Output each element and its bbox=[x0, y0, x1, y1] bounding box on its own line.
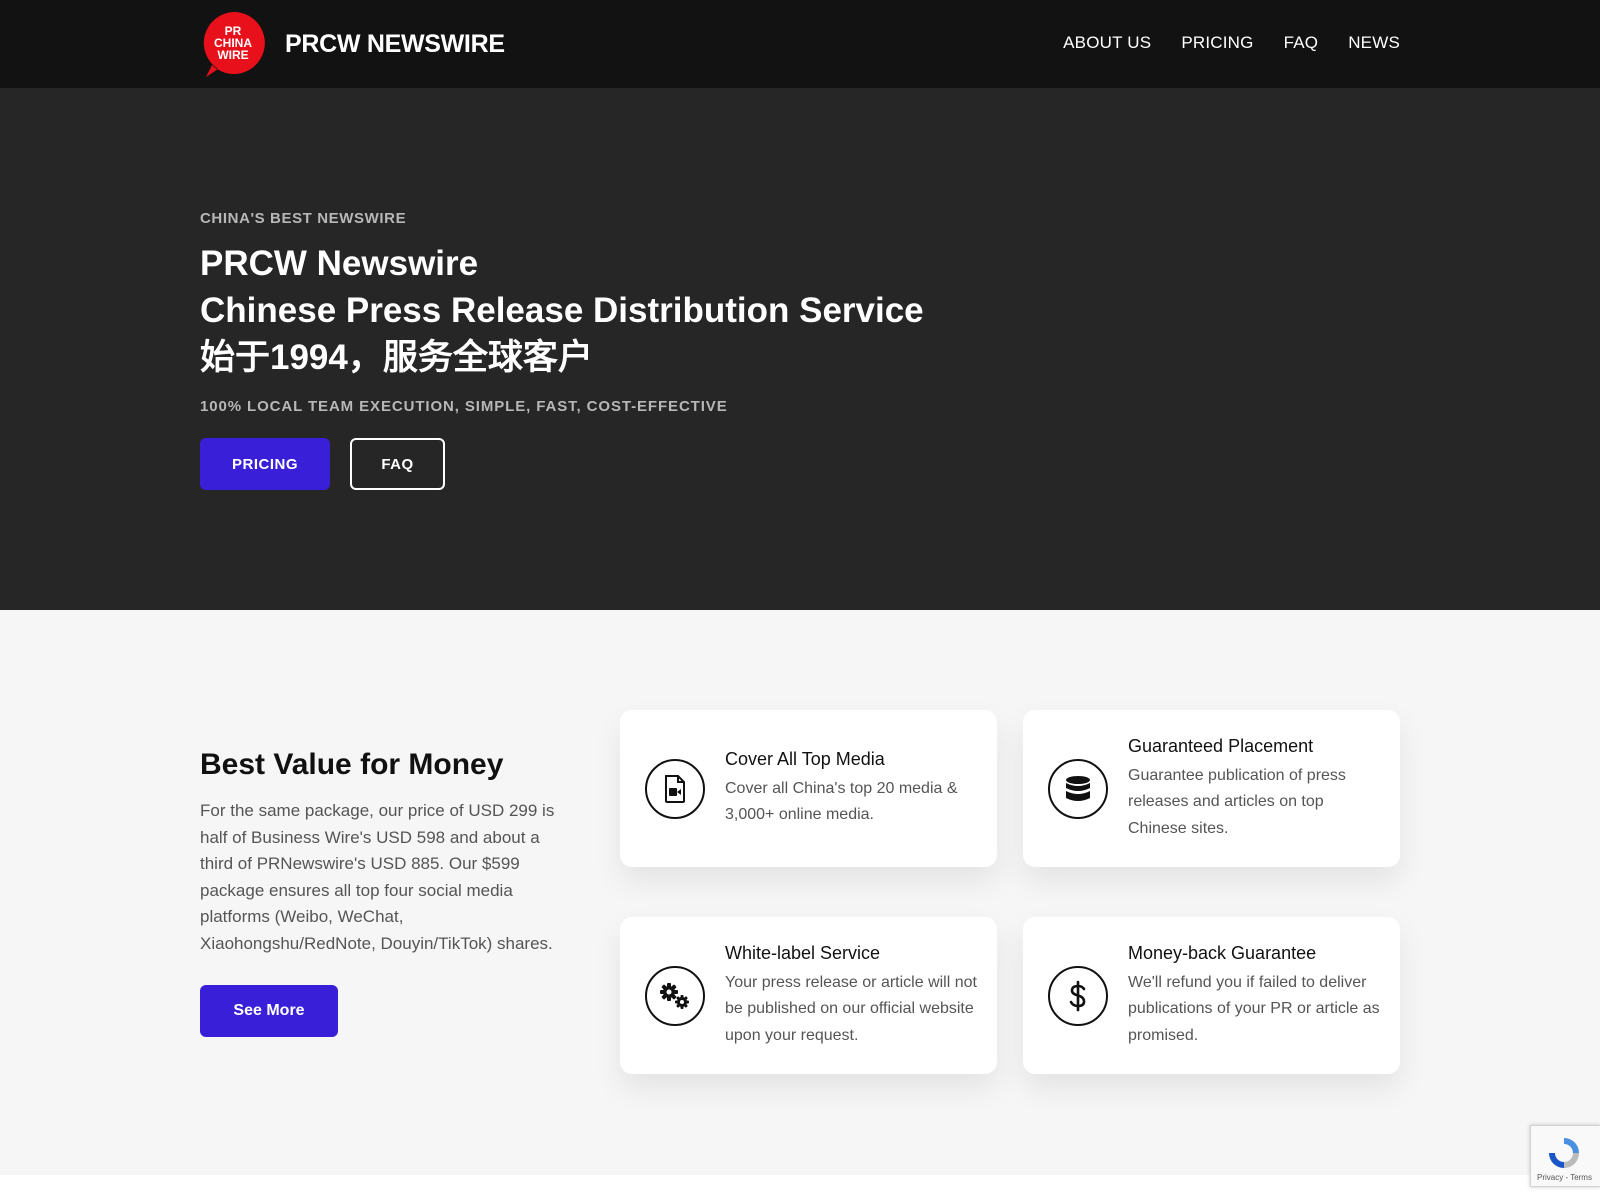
nav-news[interactable]: NEWS bbox=[1348, 33, 1400, 53]
feature-card-title: Guaranteed Placement bbox=[1128, 735, 1314, 756]
feature-card-text: Money-back Guarantee We'll refund you if… bbox=[1128, 942, 1380, 1049]
feature-card-text: White-label Service Your press release o… bbox=[725, 942, 977, 1049]
recaptcha-links[interactable]: Privacy - Terms bbox=[1537, 1173, 1592, 1182]
hero-title-line-1: PRCW Newswire bbox=[200, 244, 479, 283]
top-navbar: PR CHINA WIRE PRCW NEWSWIRE ABOUT US PRI… bbox=[0, 0, 1600, 88]
logo-line-3: WIRE bbox=[217, 48, 248, 62]
feature-card-title: Cover All Top Media bbox=[725, 748, 885, 769]
nav-pricing[interactable]: PRICING bbox=[1181, 33, 1253, 53]
feature-card-body: Your press release or article will not b… bbox=[725, 973, 977, 1044]
feature-card-text: Guaranteed Placement Guarantee publicati… bbox=[1128, 735, 1380, 842]
recaptcha-icon bbox=[1549, 1138, 1579, 1168]
feature-card-money-back-guarantee: Money-back Guarantee We'll refund you if… bbox=[1023, 917, 1400, 1074]
feature-card-guaranteed-placement: Guaranteed Placement Guarantee publicati… bbox=[1023, 710, 1400, 867]
feature-card-cover-all-top-media: Cover All Top Media Cover all China's to… bbox=[620, 710, 997, 867]
feature-card-title: Money-back Guarantee bbox=[1128, 942, 1317, 963]
pricing-button[interactable]: PRICING bbox=[200, 438, 330, 490]
nav-faq[interactable]: FAQ bbox=[1284, 33, 1319, 53]
hero-subline: 100% LOCAL TEAM EXECUTION, SIMPLE, FAST,… bbox=[200, 398, 728, 415]
feature-card-white-label-service: White-label Service Your press release o… bbox=[620, 917, 997, 1074]
brand-name[interactable]: PRCW NEWSWIRE bbox=[285, 30, 505, 59]
hero-title: PRCW Newswire Chinese Press Release Dist… bbox=[200, 240, 924, 381]
hero-section: CHINA'S BEST NEWSWIRE PRCW Newswire Chin… bbox=[0, 88, 1600, 610]
see-more-button[interactable]: See More bbox=[200, 985, 338, 1037]
footer-strip bbox=[0, 1175, 1600, 1200]
main-nav: ABOUT US PRICING FAQ NEWS bbox=[1063, 33, 1400, 53]
database-icon bbox=[1048, 758, 1108, 819]
hero-title-line-3: 始于1994，服务全球客户 bbox=[200, 338, 593, 377]
dollar-icon bbox=[1048, 965, 1108, 1026]
feature-card-body: Guarantee publication of press releases … bbox=[1128, 766, 1346, 837]
feature-card-text: Cover All Top Media Cover all China's to… bbox=[725, 749, 977, 829]
logo-badge[interactable]: PR CHINA WIRE bbox=[200, 10, 266, 79]
nav-about-us[interactable]: ABOUT US bbox=[1063, 33, 1151, 53]
feature-card-body: Cover all China's top 20 media & 3,000+ … bbox=[725, 779, 958, 824]
recaptcha-badge[interactable]: Privacy - Terms bbox=[1530, 1125, 1600, 1187]
gears-icon bbox=[645, 965, 705, 1026]
feature-card-title: White-label Service bbox=[725, 942, 881, 963]
faq-button[interactable]: FAQ bbox=[350, 438, 445, 490]
video-file-icon bbox=[645, 758, 705, 819]
features-title: Best Value for Money bbox=[200, 748, 504, 781]
hero-eyebrow: CHINA'S BEST NEWSWIRE bbox=[200, 210, 407, 227]
hero-title-line-2: Chinese Press Release Distribution Servi… bbox=[200, 291, 924, 330]
feature-card-body: We'll refund you if failed to deliver pu… bbox=[1128, 973, 1380, 1044]
features-description: For the same package, our price of USD 2… bbox=[200, 801, 555, 953]
